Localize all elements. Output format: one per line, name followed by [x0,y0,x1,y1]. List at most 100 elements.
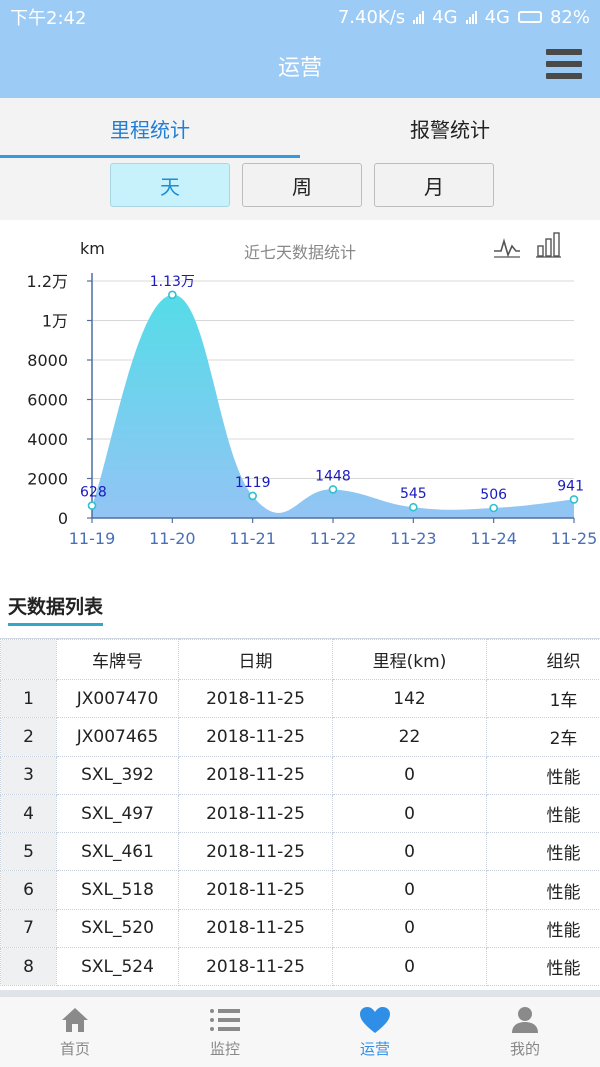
row-index: 5 [0,832,57,872]
x-tick-label: 11-20 [149,529,196,548]
table-row[interactable]: 2 JX007465 2018-11-25 22 2车 [0,717,600,757]
page-title: 运营 [277,56,322,81]
data-point[interactable] [409,502,418,512]
data-label: 1119 [235,475,271,491]
org-cell: 性能 [486,908,600,949]
tab-bar: 里程统计 报警统计 [0,98,600,158]
period-week-button[interactable]: 周 [242,163,362,207]
date-cell: 2018-11-25 [178,947,333,987]
x-tick-label: 11-19 [69,529,116,548]
plate-cell: SXL_524 [56,947,179,987]
row-index: 8 [0,947,57,987]
col-header-date: 日期 [178,639,333,680]
tab-alarm[interactable]: 报警统计 [300,98,600,158]
user-icon [512,1006,538,1033]
plate-cell: SXL_520 [56,908,179,949]
data-label: 545 [400,486,427,502]
mileage-cell: 0 [332,832,487,872]
org-cell: 性能 [486,793,600,834]
plate-cell: SXL_392 [56,755,179,795]
data-point[interactable] [168,290,177,300]
table-row[interactable]: 6 SXL_518 2018-11-25 0 性能 [0,870,600,910]
row-index: 2 [0,717,57,757]
data-point[interactable] [489,503,498,513]
data-point[interactable] [248,491,257,501]
data-point[interactable] [569,495,579,504]
y-tick-label: 1万 [42,312,68,331]
table-body: 1 JX007470 2018-11-25 142 1车 2 JX007465 2018-11… [0,678,600,987]
row-index: 4 [0,793,57,834]
status-time: 下午2:42 [10,8,87,29]
plate-cell: SXL_518 [56,870,179,910]
table-row[interactable]: 7 SXL_520 2018-11-25 0 性能 [0,908,600,949]
x-tick-label: 11-21 [229,529,276,548]
org-cell: 2车 [486,717,600,757]
period-selector: 天 周 月 [0,158,600,220]
date-cell: 2018-11-25 [178,793,333,834]
col-header-mileage: 里程(km) [332,639,487,680]
x-tick-label: 11-24 [470,529,517,548]
list-title: 天数据列表 [8,592,104,626]
row-index: 7 [0,908,57,949]
mileage-cell: 142 [332,678,487,719]
bottom-nav: 首页 监控 运营 我的 [0,996,600,1067]
data-point[interactable] [328,485,338,494]
chart-svg: km 近七天数据统计 0 2000 4000 6000 8000 1万 1.2万 11-19… [27,232,598,548]
nav-home[interactable]: 首页 [0,997,150,1067]
period-month-button[interactable]: 月 [374,163,494,207]
nav-operation[interactable]: 运营 [300,997,450,1067]
period-day-button[interactable]: 天 [110,163,230,207]
nav-monitor-label: 监控 [209,1039,240,1058]
bar-chart-icon[interactable] [536,232,561,258]
mileage-cell: 0 [332,793,487,834]
chart-title: 近七天数据统计 [244,243,356,262]
x-tick-labels: 11-19 11-20 11-21 11-22 11-23 11-24 11-25 [69,518,598,548]
data-label: 1448 [315,468,351,484]
mileage-cell: 0 [332,755,487,795]
status-speed: 7.40K/s [337,6,406,28]
table-header-row: 车牌号 日期 里程(km) 组织 [0,639,600,680]
row-index: 1 [0,678,57,719]
table-row[interactable]: 8 SXL_524 2018-11-25 0 性能 [0,947,600,987]
status-net2: 4G [484,6,510,28]
y-tick-label: 2000 [27,470,68,489]
data-point[interactable] [87,501,97,510]
nav-monitor[interactable]: 监控 [150,997,300,1067]
nav-mine[interactable]: 我的 [450,997,600,1067]
home-icon [62,1007,88,1032]
status-right: 7.40K/s 4G 4G 82% [338,7,590,28]
menu-icon[interactable] [546,46,582,82]
col-header-org: 组织 [486,639,600,680]
table-row[interactable]: 3 SXL_392 2018-11-25 0 性能 [0,755,600,795]
heart-icon [360,1006,390,1033]
row-index: 3 [0,755,57,795]
org-cell: 性能 [486,832,600,872]
org-cell: 1车 [486,678,600,719]
data-table-container[interactable]: 车牌号 日期 里程(km) 组织 1 JX007470 2018-11-25 142 1… [0,638,600,990]
date-cell: 2018-11-25 [178,755,333,795]
table-row[interactable]: 1 JX007470 2018-11-25 142 1车 [0,678,600,719]
table-row[interactable]: 4 SXL_497 2018-11-25 0 性能 [0,793,600,834]
title-bar: 运营 [0,34,600,98]
table-row[interactable]: 5 SXL_461 2018-11-25 0 性能 [0,832,600,872]
plate-cell: JX007465 [56,717,179,757]
row-index: 6 [0,870,57,910]
mileage-chart: km 近七天数据统计 0 2000 4000 6000 8000 1万 1.2万 11-19… [0,220,600,560]
tab-mileage[interactable]: 里程统计 [0,98,300,158]
status-bar: 下午2:42 7.40K/s 4G 4G 82% [0,0,600,34]
plate-cell: SXL_461 [56,832,179,872]
x-tick-label: 11-25 [551,529,598,548]
signal-icon [413,10,425,24]
mileage-cell: 22 [332,717,487,757]
list-icon [210,1008,240,1031]
signal-icon-2 [465,10,477,24]
plate-cell: JX007470 [56,678,179,719]
org-cell: 性能 [486,870,600,910]
nav-operation-label: 运营 [359,1039,390,1058]
org-cell: 性能 [486,947,600,987]
x-tick-label: 11-23 [390,529,437,548]
date-cell: 2018-11-25 [178,908,333,949]
status-net1: 4G [432,6,458,28]
org-cell: 性能 [486,755,600,795]
line-chart-icon[interactable] [494,238,520,258]
